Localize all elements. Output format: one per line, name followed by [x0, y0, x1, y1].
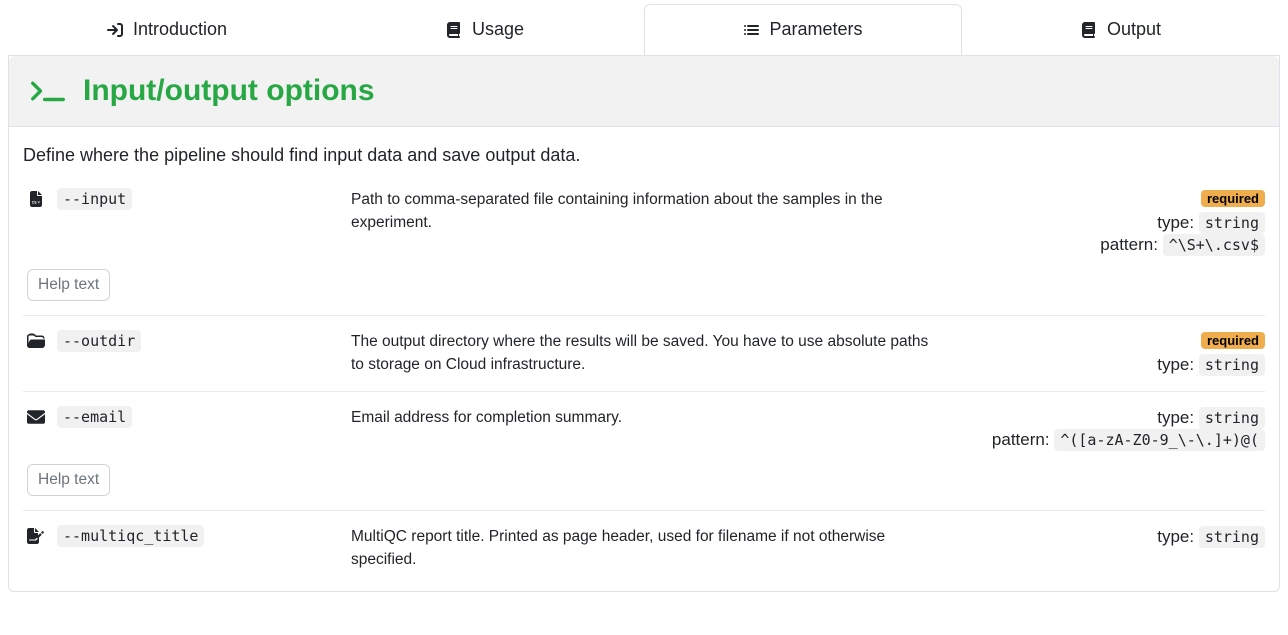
tab-label: Output [1107, 19, 1161, 40]
file-csv-icon [27, 190, 45, 208]
meta-type-label: type: [1157, 213, 1194, 232]
list-icon [743, 22, 759, 38]
param-description: Email address for completion summary. [351, 406, 947, 429]
meta-pattern-label: pattern: [1100, 235, 1158, 254]
param-type: string [1199, 526, 1265, 548]
book-icon [1081, 22, 1097, 38]
tab-introduction[interactable]: Introduction [8, 4, 326, 55]
help-text-button[interactable]: Help text [27, 269, 110, 301]
tab-parameters[interactable]: Parameters [644, 4, 962, 55]
param-pattern: ^([a-zA-Z0-9_\-\.]+)@( [1054, 429, 1265, 451]
param-input: --input Path to comma-separated file con… [23, 174, 1265, 315]
param-email: --email Email address for completion sum… [23, 391, 1265, 510]
meta-type-label: type: [1157, 527, 1194, 546]
help-text-button[interactable]: Help text [27, 464, 110, 496]
param-flag: --email [57, 406, 132, 428]
file-signature-icon [27, 527, 45, 545]
section-description: Define where the pipeline should find in… [9, 127, 1279, 174]
tab-label: Usage [472, 19, 524, 40]
panel-parameters: Input/output options Define where the pi… [8, 55, 1280, 592]
sign-in-icon [107, 22, 123, 38]
param-description: The output directory where the results w… [351, 330, 947, 377]
tab-label: Introduction [133, 19, 227, 40]
param-description: Path to comma-separated file containing … [351, 188, 947, 235]
tabs-bar: Introduction Usage Parameters Output [8, 4, 1280, 56]
section-title: Input/output options [83, 74, 375, 108]
tab-output[interactable]: Output [962, 4, 1280, 55]
required-badge: required [1201, 332, 1265, 349]
param-type: string [1199, 212, 1265, 234]
param-description: MultiQC report title. Printed as page he… [351, 525, 947, 572]
required-badge: required [1201, 190, 1265, 207]
terminal-icon [31, 74, 65, 108]
param-flag: --multiqc_title [57, 525, 204, 547]
tab-usage[interactable]: Usage [326, 4, 644, 55]
section-header: Input/output options [9, 56, 1279, 127]
meta-type-label: type: [1157, 355, 1194, 374]
param-multiqc-title: --multiqc_title MultiQC report title. Pr… [23, 510, 1265, 586]
meta-pattern-label: pattern: [992, 430, 1050, 449]
param-flag: --outdir [57, 330, 141, 352]
book-icon [446, 22, 462, 38]
param-type: string [1199, 407, 1265, 429]
param-flag: --input [57, 188, 132, 210]
envelope-icon [27, 408, 45, 426]
param-type: string [1199, 354, 1265, 376]
tab-label: Parameters [769, 19, 862, 40]
folder-open-icon [27, 332, 45, 350]
meta-type-label: type: [1157, 408, 1194, 427]
param-outdir: --outdir The output directory where the … [23, 315, 1265, 391]
param-pattern: ^\S+\.csv$ [1163, 234, 1265, 256]
